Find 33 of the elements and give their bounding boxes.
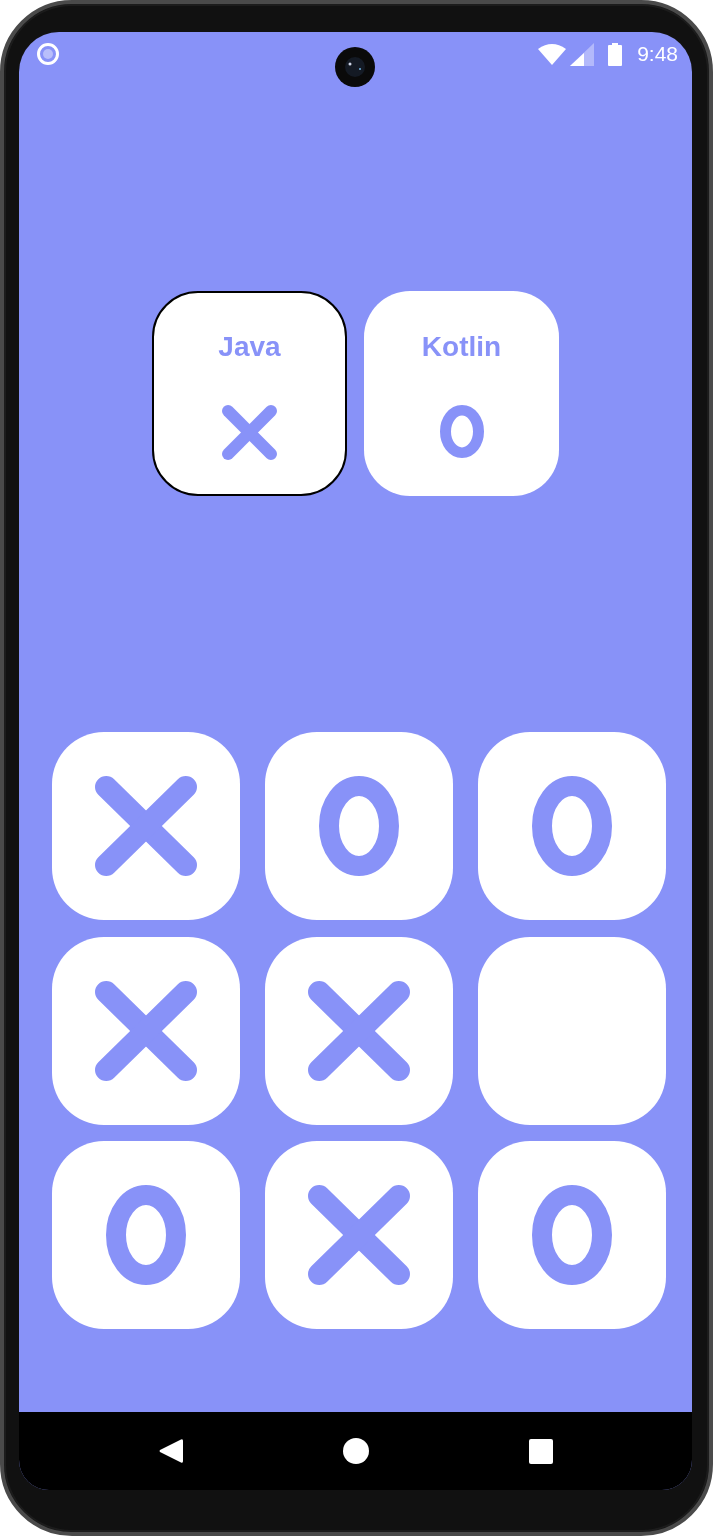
cross-icon — [308, 980, 410, 1081]
player-name: Java — [218, 331, 281, 363]
nought-icon — [106, 1185, 186, 1285]
cross-icon — [222, 405, 277, 460]
board-cell[interactable] — [478, 732, 666, 920]
nought-icon — [532, 776, 612, 876]
recents-icon — [528, 1438, 553, 1464]
cross-icon — [95, 776, 197, 876]
board-cell[interactable] — [478, 936, 666, 1125]
board-cell[interactable] — [52, 1141, 240, 1329]
board-cell[interactable] — [52, 936, 240, 1125]
board-cell[interactable] — [265, 936, 453, 1125]
recents-button[interactable] — [528, 1438, 553, 1464]
battery-icon — [608, 42, 623, 66]
nought-icon — [319, 776, 399, 876]
nought-icon — [532, 1185, 612, 1285]
cross-icon — [308, 1185, 410, 1285]
board-cell[interactable] — [478, 1141, 666, 1329]
board-cell[interactable] — [265, 1141, 453, 1329]
back-button[interactable] — [158, 1438, 183, 1464]
home-button[interactable] — [342, 1438, 369, 1464]
home-icon — [342, 1438, 369, 1464]
board-cell[interactable] — [265, 732, 453, 920]
board-cell[interactable] — [52, 732, 240, 920]
status-time: 9:48 — [637, 42, 678, 66]
signal-icon — [570, 42, 595, 66]
wifi-icon — [538, 43, 567, 65]
back-icon — [158, 1438, 183, 1464]
camera-lens-icon — [335, 47, 375, 87]
circle-dot-icon — [37, 43, 59, 65]
cross-icon — [95, 980, 197, 1081]
player-name: Kotlin — [421, 331, 502, 363]
nought-icon — [439, 405, 484, 458]
